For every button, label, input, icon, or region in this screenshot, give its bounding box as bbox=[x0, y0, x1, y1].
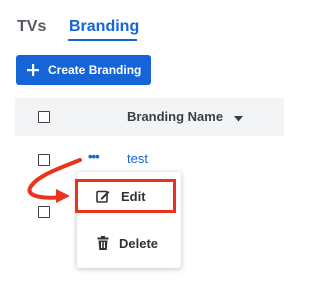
create-branding-button[interactable]: Create Branding bbox=[16, 55, 151, 85]
caret-down-icon[interactable] bbox=[234, 116, 243, 122]
edit-icon bbox=[96, 190, 110, 203]
trash-icon bbox=[97, 236, 109, 250]
tab-tvs[interactable]: TVs bbox=[17, 16, 46, 38]
menu-item-delete[interactable]: Delete bbox=[77, 225, 181, 263]
branding-name-link[interactable]: test bbox=[127, 151, 148, 166]
tab-branding[interactable]: Branding bbox=[69, 16, 139, 38]
app-root: TVs Branding Create Branding Branding Na… bbox=[0, 0, 284, 290]
menu-item-label: Delete bbox=[119, 236, 159, 251]
ellipsis-icon[interactable]: ••• bbox=[88, 150, 100, 163]
row-actions-menu: Edit Delete bbox=[77, 172, 181, 268]
row-checkbox[interactable] bbox=[38, 206, 50, 218]
row-checkbox[interactable] bbox=[38, 154, 50, 166]
plus-icon bbox=[27, 64, 39, 76]
column-header-branding-name[interactable]: Branding Name bbox=[127, 109, 223, 124]
active-tab-indicator bbox=[68, 39, 137, 41]
menu-item-label: Edit bbox=[121, 189, 146, 204]
menu-item-edit[interactable]: Edit bbox=[77, 178, 181, 216]
create-branding-label: Create Branding bbox=[48, 63, 142, 77]
table-header: Branding Name bbox=[15, 98, 284, 136]
select-all-checkbox[interactable] bbox=[38, 111, 50, 123]
